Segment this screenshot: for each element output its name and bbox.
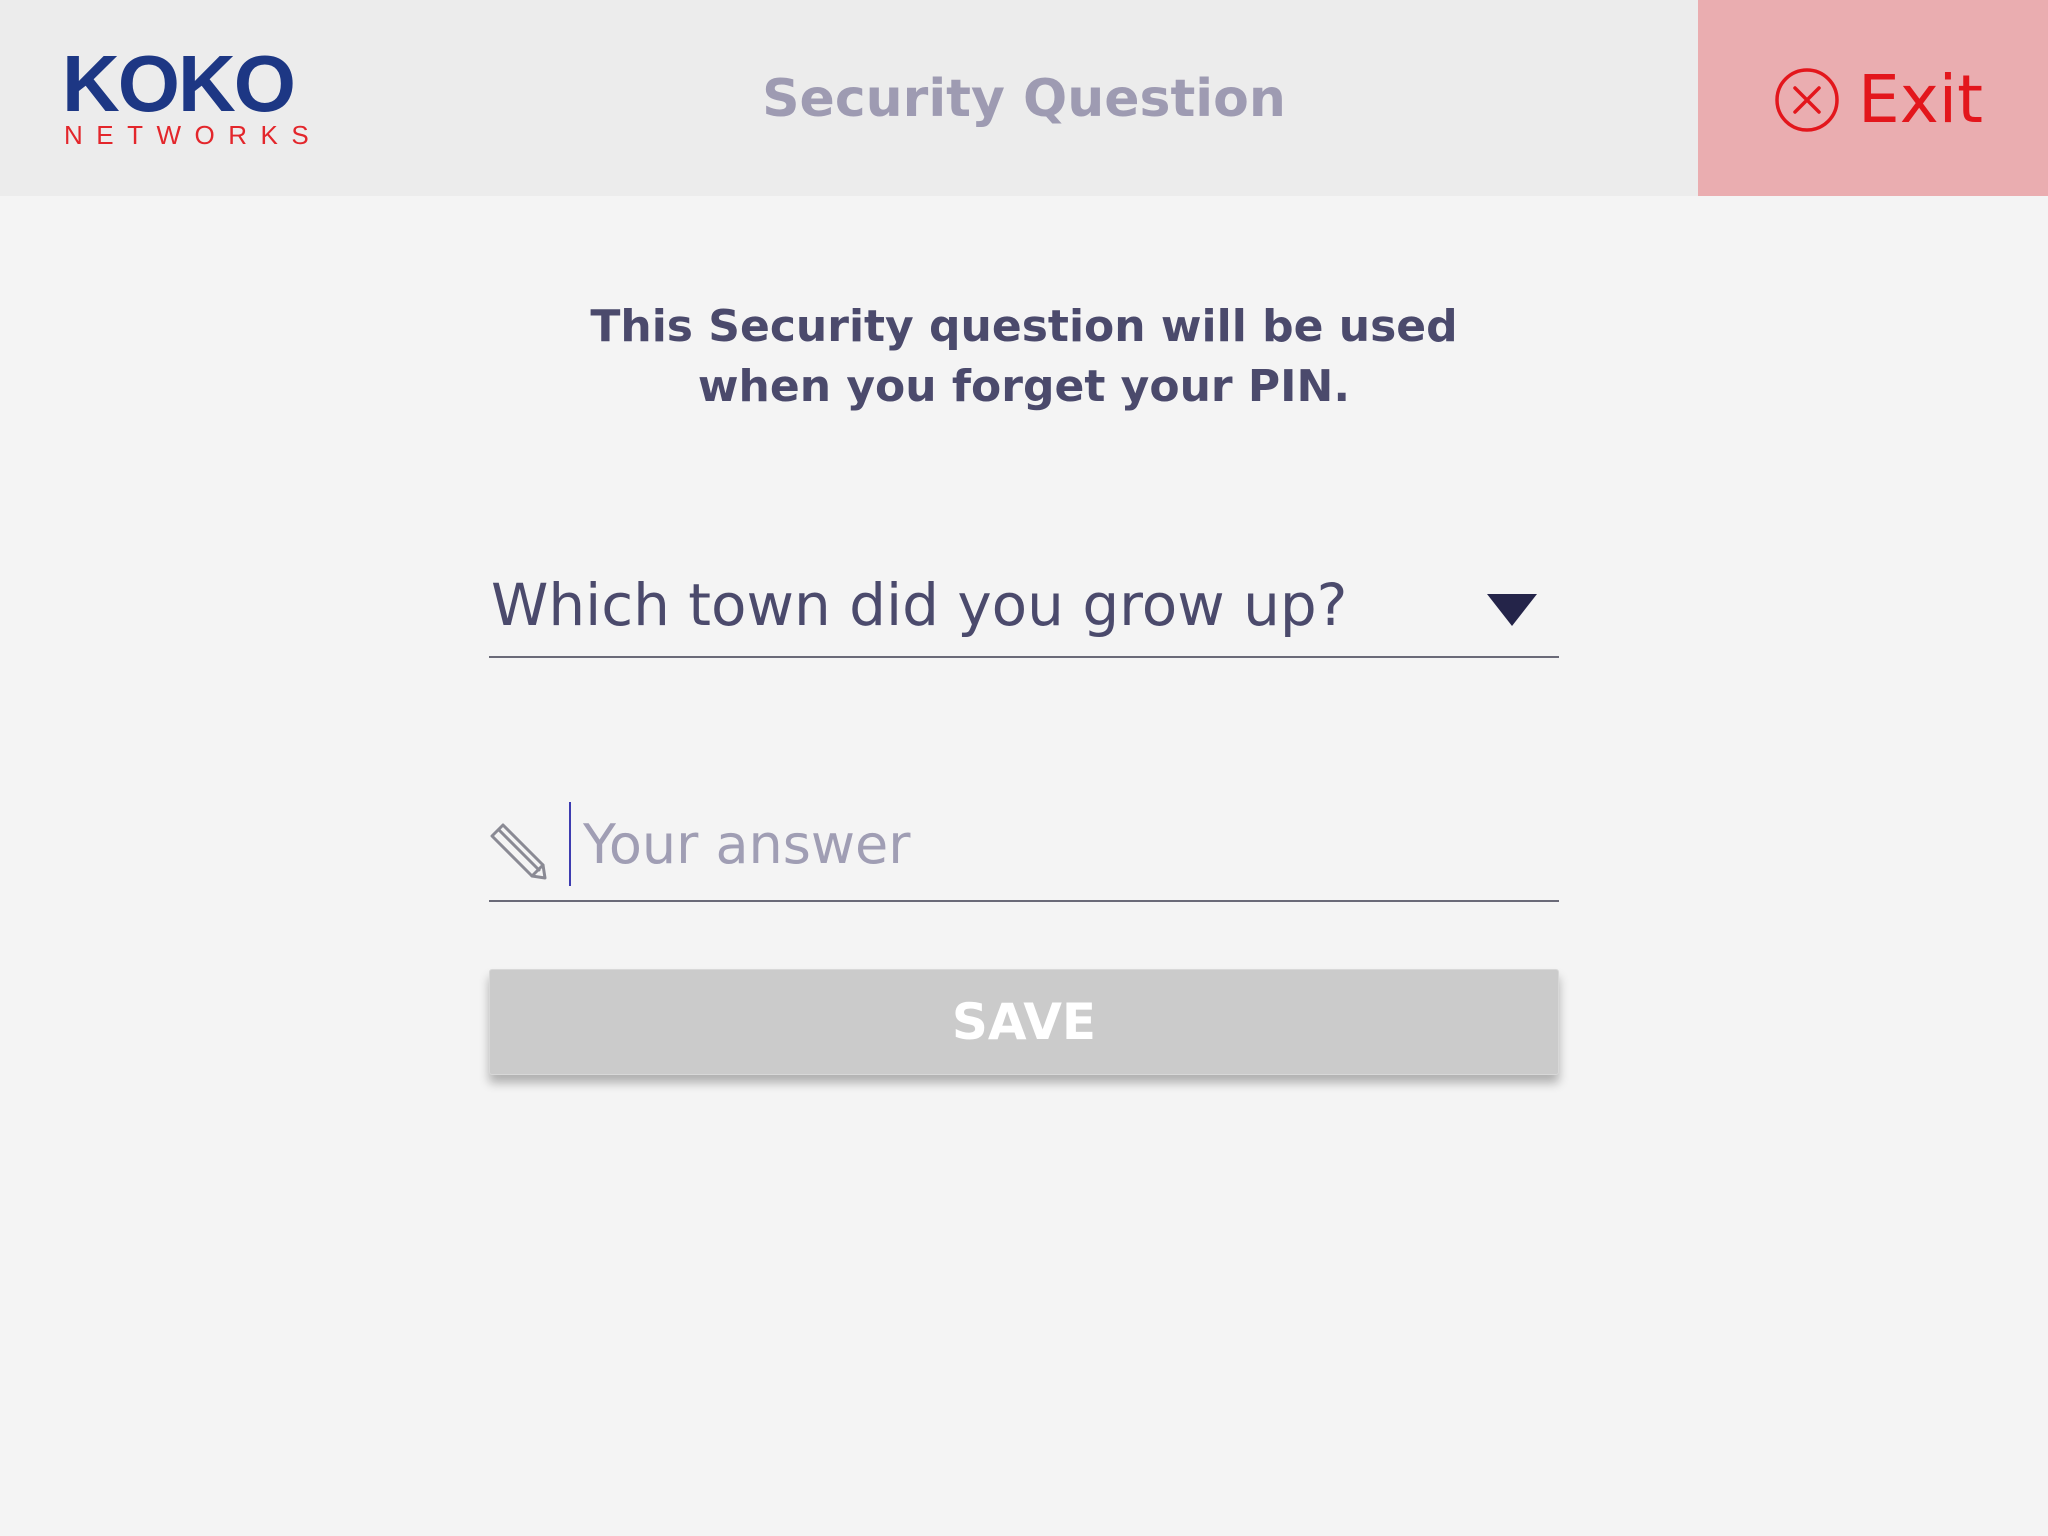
close-circle-icon <box>1775 68 1839 132</box>
security-question-dropdown[interactable]: Which town did you grow up? <box>489 560 1559 658</box>
security-instructions: This Security question will be used when… <box>0 297 2048 417</box>
triangle-down-icon <box>1487 594 1537 626</box>
answer-input[interactable] <box>569 802 1549 886</box>
save-button[interactable]: SAVE <box>489 969 1559 1075</box>
instructions-line-2: when you forget your PIN. <box>697 361 1351 412</box>
instructions-line-1: This Security question will be used <box>590 301 1458 352</box>
exit-label: Exit <box>1858 61 1983 138</box>
selected-question: Which town did you grow up? <box>491 571 1348 639</box>
exit-button[interactable]: Exit <box>1698 0 2048 196</box>
security-question-screen: KOKO NETWORKS Security Question Exit Thi… <box>0 0 2048 1536</box>
answer-field <box>489 790 1559 902</box>
pencil-icon <box>490 823 547 880</box>
header-bar: KOKO NETWORKS Security Question Exit <box>0 0 2048 196</box>
